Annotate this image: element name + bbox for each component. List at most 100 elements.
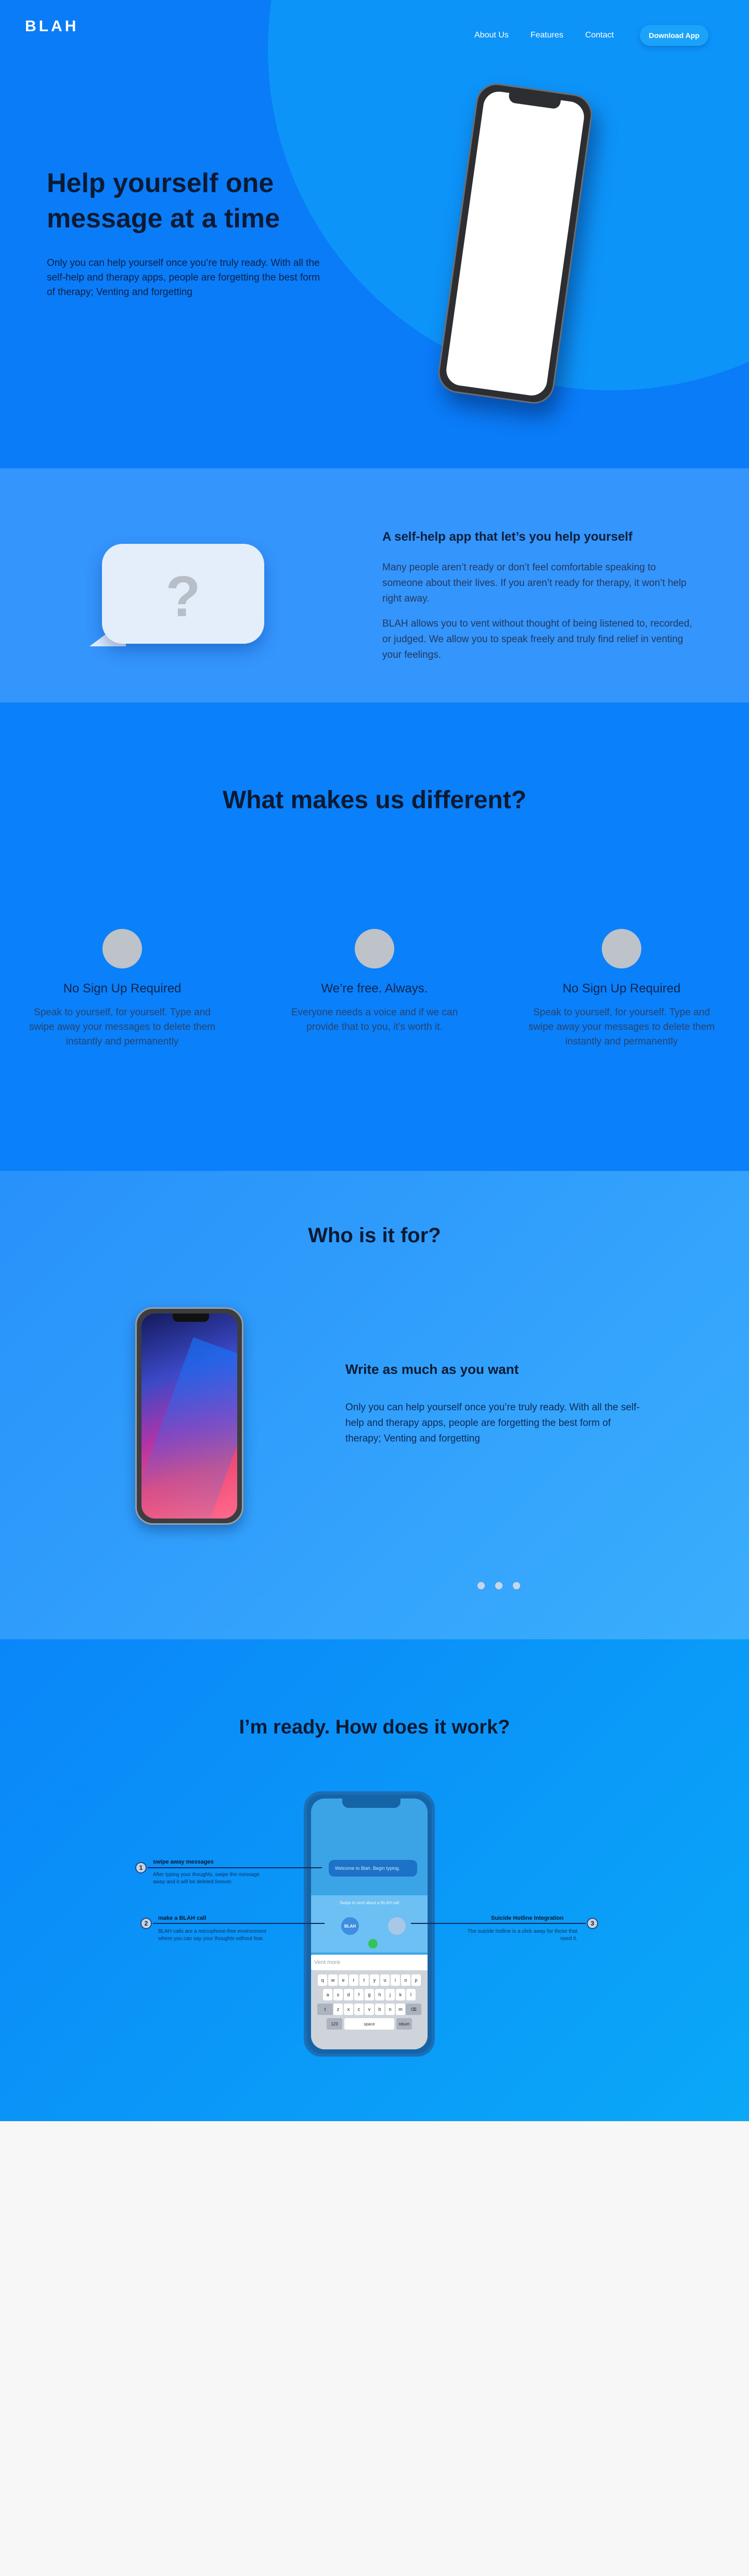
message-input[interactable]: Vent more: [311, 1955, 428, 1970]
download-app-button[interactable]: Download App: [640, 25, 709, 46]
step-3-number: 3: [587, 1918, 598, 1929]
key[interactable]: m: [396, 2004, 405, 2015]
feature-card: No Sign Up Required Speak to yourself, f…: [23, 929, 221, 1049]
key[interactable]: c: [354, 2004, 364, 2015]
carousel-dots: [477, 1582, 531, 1589]
carousel-dot[interactable]: [477, 1582, 485, 1589]
colorful-phone-mockup: [135, 1307, 243, 1525]
app-phone-notch: [342, 1799, 401, 1808]
phone-call-icon[interactable]: [368, 1939, 378, 1948]
key[interactable]: n: [385, 2004, 395, 2015]
hero-text: Only you can help yourself once you’re t…: [47, 258, 320, 298]
key[interactable]: l: [406, 1989, 416, 2000]
key[interactable]: p: [411, 1974, 421, 1986]
key[interactable]: f: [354, 1989, 364, 2000]
step-1-number: 1: [135, 1862, 147, 1873]
features-section: What makes us different? No Sign Up Requ…: [0, 703, 749, 1171]
key[interactable]: j: [385, 1989, 395, 2000]
colorful-phone-screen: [141, 1313, 237, 1519]
feature-icon: [102, 929, 142, 968]
key[interactable]: v: [365, 2004, 374, 2015]
step-2-text: BLAH calls are a microphone-free environ…: [158, 1929, 266, 1942]
question-bubble-icon: ?: [102, 544, 264, 644]
hero-title: Help yourself one message at a time: [47, 168, 280, 234]
key[interactable]: a: [323, 1989, 332, 2000]
step-1-line: [148, 1867, 322, 1868]
on-screen-keyboard: q w e r t y u i o p a s d f g h j k l ⇧ …: [311, 1970, 428, 2049]
keyboard-row: q w e r t y u i o p: [314, 1974, 424, 1986]
logo[interactable]: BLAH: [25, 18, 79, 35]
keyboard-row: a s d f g h j k l: [314, 1989, 424, 2000]
feature-title: We’re free. Always.: [321, 981, 428, 996]
about-paragraph-1: Many people aren’t ready or don’t feel c…: [382, 562, 687, 604]
feature-title: No Sign Up Required: [562, 981, 681, 996]
how-section: I’m ready. How does it work? Welcome to …: [0, 1639, 749, 2121]
key[interactable]: b: [375, 2004, 384, 2015]
nav-about-us[interactable]: About Us: [474, 31, 509, 40]
blah-logo-icon[interactable]: BLAH: [341, 1917, 359, 1935]
feature-text: Everyone needs a voice and if we can pro…: [291, 1007, 458, 1032]
backspace-key-icon[interactable]: ⌫: [406, 2004, 421, 2015]
app-screen: Welcome to Blah. Begin typing. Swipe to …: [311, 1799, 428, 2049]
feature-card: We’re free. Always. Everyone needs a voi…: [276, 929, 473, 1035]
who-subtitle: Write as much as you want: [345, 1361, 519, 1377]
app-phone-mockup: Welcome to Blah. Begin typing. Swipe to …: [304, 1791, 435, 2057]
key[interactable]: k: [396, 1989, 405, 2000]
key[interactable]: h: [375, 1989, 384, 2000]
hotline-avatar-icon[interactable]: [388, 1917, 406, 1935]
numbers-key[interactable]: 123: [327, 2018, 342, 2030]
step-2-number: 2: [140, 1918, 152, 1929]
about-paragraph-2: BLAH allows you to vent without thought …: [382, 618, 692, 660]
key[interactable]: q: [318, 1974, 327, 1986]
about-section: ? A self-help app that let’s you help yo…: [0, 468, 749, 703]
main-nav: About Us Features Contact Download App: [474, 25, 709, 46]
step-3-title: Suicide Hotline Integration: [491, 1915, 564, 1921]
shift-key-icon[interactable]: ⇧: [317, 2004, 333, 2015]
key[interactable]: w: [328, 1974, 338, 1986]
hero-section: BLAH About Us Features Contact Download …: [0, 0, 749, 468]
key[interactable]: o: [401, 1974, 410, 1986]
feature-icon: [602, 929, 641, 968]
key[interactable]: z: [333, 2004, 343, 2015]
step-1-text: After typing your thoughts, swipe the me…: [153, 1872, 260, 1885]
features-title: What makes us different?: [222, 786, 527, 814]
question-mark-glyph: ?: [165, 565, 201, 629]
return-key[interactable]: return: [396, 2018, 412, 2030]
feature-title: No Sign Up Required: [63, 981, 182, 996]
key[interactable]: y: [370, 1974, 379, 1986]
keyboard-row: 123 space return: [314, 2018, 424, 2030]
key[interactable]: u: [380, 1974, 390, 1986]
key[interactable]: x: [344, 2004, 353, 2015]
colorful-phone-notch: [173, 1313, 209, 1322]
wallpaper-stripe: [141, 1337, 237, 1519]
key[interactable]: r: [349, 1974, 358, 1986]
feature-icon: [355, 929, 394, 968]
key[interactable]: t: [359, 1974, 369, 1986]
step-3-text: The suicide hotline is a click away for …: [467, 1929, 577, 1942]
nav-contact[interactable]: Contact: [585, 31, 614, 40]
step-3-line: [411, 1923, 586, 1924]
feature-text: Speak to yourself, for yourself. Type an…: [528, 1007, 715, 1047]
key[interactable]: s: [333, 1989, 343, 2000]
space-key[interactable]: space: [344, 2018, 394, 2030]
keyboard-row: ⇧ z x c v b n m ⌫: [314, 2004, 424, 2015]
chat-bubble[interactable]: Welcome to Blah. Begin typing.: [329, 1860, 417, 1877]
step-1-title: swipe away messages: [153, 1859, 214, 1865]
who-section: Who is it for? Write as much as you want…: [0, 1171, 749, 1639]
who-text: Only you can help yourself once you’re t…: [345, 1402, 640, 1444]
key[interactable]: i: [391, 1974, 400, 1986]
feature-card: No Sign Up Required Speak to yourself, f…: [523, 929, 720, 1049]
nav-features[interactable]: Features: [531, 31, 563, 40]
call-label: Swipe to vent about a BLAH call: [339, 1901, 399, 1905]
about-title: A self-help app that let’s you help your…: [382, 530, 632, 544]
carousel-dot[interactable]: [495, 1582, 502, 1589]
step-2-line: [153, 1923, 325, 1924]
feature-text: Speak to yourself, for yourself. Type an…: [29, 1007, 215, 1047]
how-title: I’m ready. How does it work?: [239, 1716, 510, 1738]
carousel-dot[interactable]: [513, 1582, 520, 1589]
step-2-title: make a BLAH call: [158, 1915, 206, 1921]
key[interactable]: g: [365, 1989, 374, 2000]
key[interactable]: d: [344, 1989, 353, 2000]
who-title: Who is it for?: [308, 1224, 441, 1247]
key[interactable]: e: [339, 1974, 348, 1986]
